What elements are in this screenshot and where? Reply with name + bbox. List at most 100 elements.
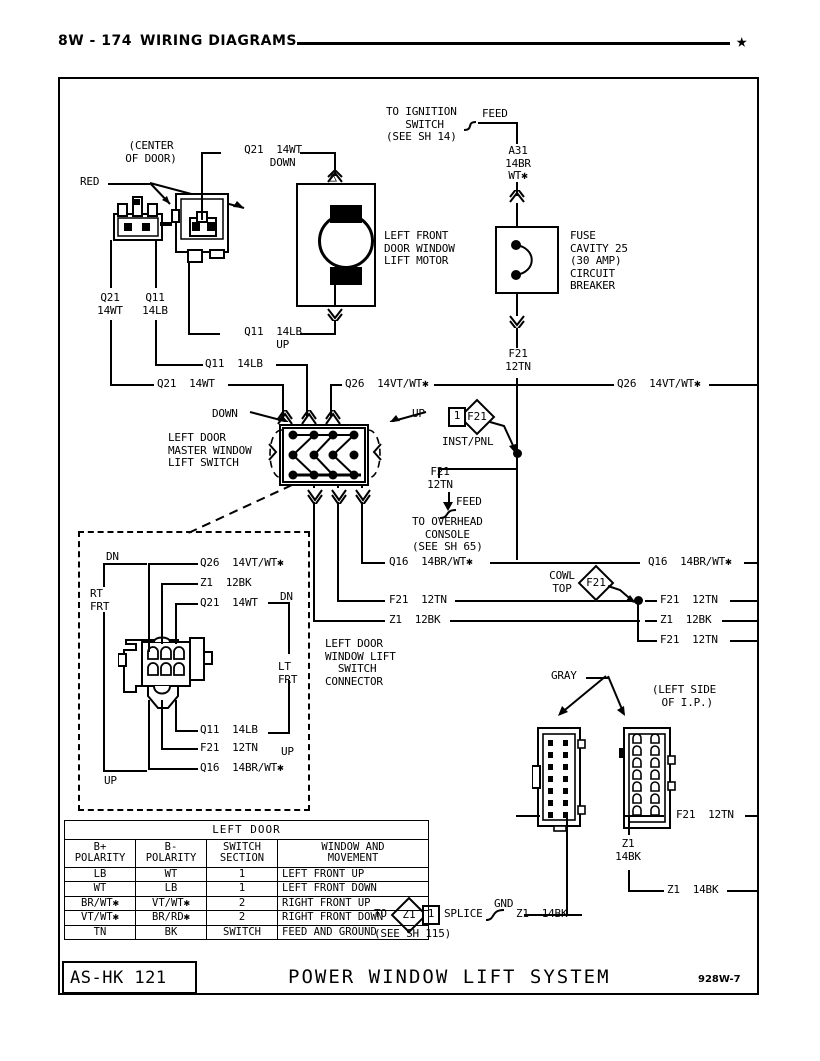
dn-label-left: DN xyxy=(106,550,119,563)
footer-title: POWER WINDOW LIFT SYSTEM xyxy=(288,966,611,988)
up-label-right: UP xyxy=(281,745,294,758)
connector-chevron-up-motor-top xyxy=(327,170,343,183)
switch-connector-body xyxy=(118,636,213,709)
circuit-breaker-symbol xyxy=(511,240,533,280)
a31-wire-label: A31 14BR WT✱ xyxy=(505,144,531,182)
feed-hook-icon-top xyxy=(463,121,477,131)
q21-14wt-bus-label: Q21 14WT xyxy=(157,377,215,390)
splice-word-label: SPLICE xyxy=(444,907,483,920)
switch-output-chevrons xyxy=(307,489,371,504)
to-overhead-console-label: TO OVERHEAD CONSOLE (SEE SH 65) xyxy=(412,515,483,553)
f21-12tn-r1-label: F21 12TN xyxy=(660,593,718,606)
table-row: TN BK SWITCH FEED AND GROUND xyxy=(64,924,429,940)
down-label: DOWN xyxy=(212,407,238,420)
q11-14lb-vertical-label: Q11 14LB xyxy=(142,291,168,317)
table-column-header: B+ POLARITY xyxy=(64,838,136,868)
to-ignition-switch-label: TO IGNITION SWITCH (SEE SH 14) xyxy=(386,105,457,143)
ip-connector-left xyxy=(532,727,586,832)
z1-14bk-right-label: Z1 14BK xyxy=(667,883,719,896)
left-side-ip-label: (LEFT SIDE OF I.P.) xyxy=(651,683,717,709)
table-column-header: WINDOW AND MOVEMENT xyxy=(277,838,429,868)
connector-title-label: LEFT DOOR WINDOW LIFT SWITCH CONNECTOR xyxy=(325,637,396,688)
table-cell: VT/WT✱ xyxy=(64,910,136,926)
header-rule xyxy=(297,42,730,45)
table-row: WT LB 1 LEFT FRONT DOWN xyxy=(64,881,429,897)
gnd-label: GND xyxy=(494,897,514,910)
page-number: 8W - 174 xyxy=(58,33,132,49)
table-cell: LB xyxy=(64,866,136,882)
f21-12tn-inst-label: F21 12TN xyxy=(427,465,453,491)
table-title-row: LEFT DOOR xyxy=(64,820,429,840)
up-label-bottom: UP xyxy=(104,774,117,787)
f21-12tn-left-label: F21 12TN xyxy=(389,593,447,606)
table-cell: LEFT FRONT DOWN xyxy=(277,881,429,897)
table-row: VT/WT✱ BR/RD✱ 2 RIGHT FRONT DOWN xyxy=(64,910,429,926)
table-column-header: B- POLARITY xyxy=(135,838,207,868)
table-cell: SWITCH xyxy=(206,924,278,940)
table-cell: 1 xyxy=(206,881,278,897)
connector-f21-label: F21 12TN xyxy=(200,741,258,754)
splice-inst-code: F21 xyxy=(467,410,487,423)
motor-connector xyxy=(171,193,229,263)
connector-chevron-breaker-bottom xyxy=(509,315,525,328)
table-cell: TN xyxy=(64,924,136,940)
polarity-table: LEFT DOOR B+ POLARITY B- POLARITY SWITCH SECTI… xyxy=(64,820,429,940)
table-cell: 1 xyxy=(206,866,278,882)
f21-12tn-connector-label: F21 12TN xyxy=(676,808,734,821)
page-header: 8W - 174 WIRING DIAGRAMS ★ xyxy=(0,30,820,58)
table-title: LEFT DOOR xyxy=(64,820,429,840)
z1-12bk-left-label: Z1 12BK xyxy=(389,613,441,626)
connector-q21-label: Q21 14WT xyxy=(200,596,258,609)
f21-12tn-r3-label: F21 12TN xyxy=(660,633,718,646)
rt-frt-label: RT FRT xyxy=(90,587,110,613)
connector-q16-label: Q16 14BR/WT✱ xyxy=(200,761,284,774)
table-cell: RIGHT FRONT UP xyxy=(277,895,429,911)
q26-14vtwt-left-label: Q26 14VT/WT✱ xyxy=(345,377,429,390)
q11-14lb-bus-label: Q11 14LB xyxy=(205,357,263,370)
motor-brush-top xyxy=(330,205,362,223)
switch-rocker-arcs xyxy=(268,429,382,479)
master-switch-label: LEFT DOOR MASTER WINDOW LIFT SWITCH xyxy=(168,431,252,469)
inst-pnl-label: INST/PNL xyxy=(442,435,494,448)
q11-14lb-up-label: Q11 14LB UP xyxy=(244,325,302,351)
splice-dot-inst xyxy=(513,449,522,458)
feed-top-label: FEED xyxy=(482,107,508,120)
q26-14vtwt-right-label: Q26 14VT/WT✱ xyxy=(617,377,701,390)
splice-inst-number: 1 xyxy=(448,407,466,427)
table-row: LB WT 1 LEFT FRONT UP xyxy=(64,866,429,882)
table-cell: BR/WT✱ xyxy=(64,895,136,911)
connector-q11-label: Q11 14LB xyxy=(200,723,258,736)
q16-left-label: Q16 14BR/WT✱ xyxy=(389,555,473,568)
table-cell: 2 xyxy=(206,895,278,911)
connector-q26-label: Q26 14VT/WT✱ xyxy=(200,556,284,569)
table-cell: BR/RD✱ xyxy=(135,910,207,926)
z1-14bk-vertical-label: Z1 14BK xyxy=(615,837,641,863)
circuit-breaker-label: FUSE CAVITY 25 (30 AMP) CIRCUIT BREAKER xyxy=(570,229,628,292)
footer-revision: 928W-7 xyxy=(698,974,741,985)
table-header-row: B+ POLARITY B- POLARITY SWITCH SECTION WINDOW … xyxy=(64,838,429,868)
inst-pnl-leader xyxy=(489,421,517,454)
connector-chevron-breaker-top xyxy=(509,190,525,203)
q21-14wt-down-label: Q21 14WT DOWN xyxy=(244,143,302,169)
footer-code: AS-HK 121 xyxy=(70,968,167,988)
table-cell: WT xyxy=(135,866,207,882)
table-cell: BK xyxy=(135,924,207,940)
table-cell: FEED AND GROUND xyxy=(277,924,429,940)
z1-12bk-r2-label: Z1 12BK xyxy=(660,613,712,626)
table-cell: LEFT FRONT UP xyxy=(277,866,429,882)
red-label: RED xyxy=(80,175,100,188)
z1-14bk-gnd-label: Z1 14BK xyxy=(516,907,568,920)
connector-chevron-down-motor-bottom xyxy=(327,308,343,321)
motor-label: LEFT FRONT DOOR WINDOW LIFT MOTOR xyxy=(384,229,455,267)
q16-right-label: Q16 14BR/WT✱ xyxy=(648,555,732,568)
table-cell: RIGHT FRONT DOWN xyxy=(277,910,429,926)
page-title: WIRING DIAGRAMS xyxy=(140,33,298,49)
table-cell: 2 xyxy=(206,910,278,926)
table-column-header: SWITCH SECTION xyxy=(206,838,278,868)
table-cell: WT xyxy=(64,881,136,897)
table-cell: VT/WT✱ xyxy=(135,895,207,911)
gray-leader-arrows xyxy=(558,675,625,716)
connector-z1-12bk-label: Z1 12BK xyxy=(200,576,252,589)
table-cell: LB xyxy=(135,881,207,897)
wiring-diagram-page: 8W - 174 WIRING DIAGRAMS ★ (CENTER OF DO… xyxy=(0,0,820,1061)
